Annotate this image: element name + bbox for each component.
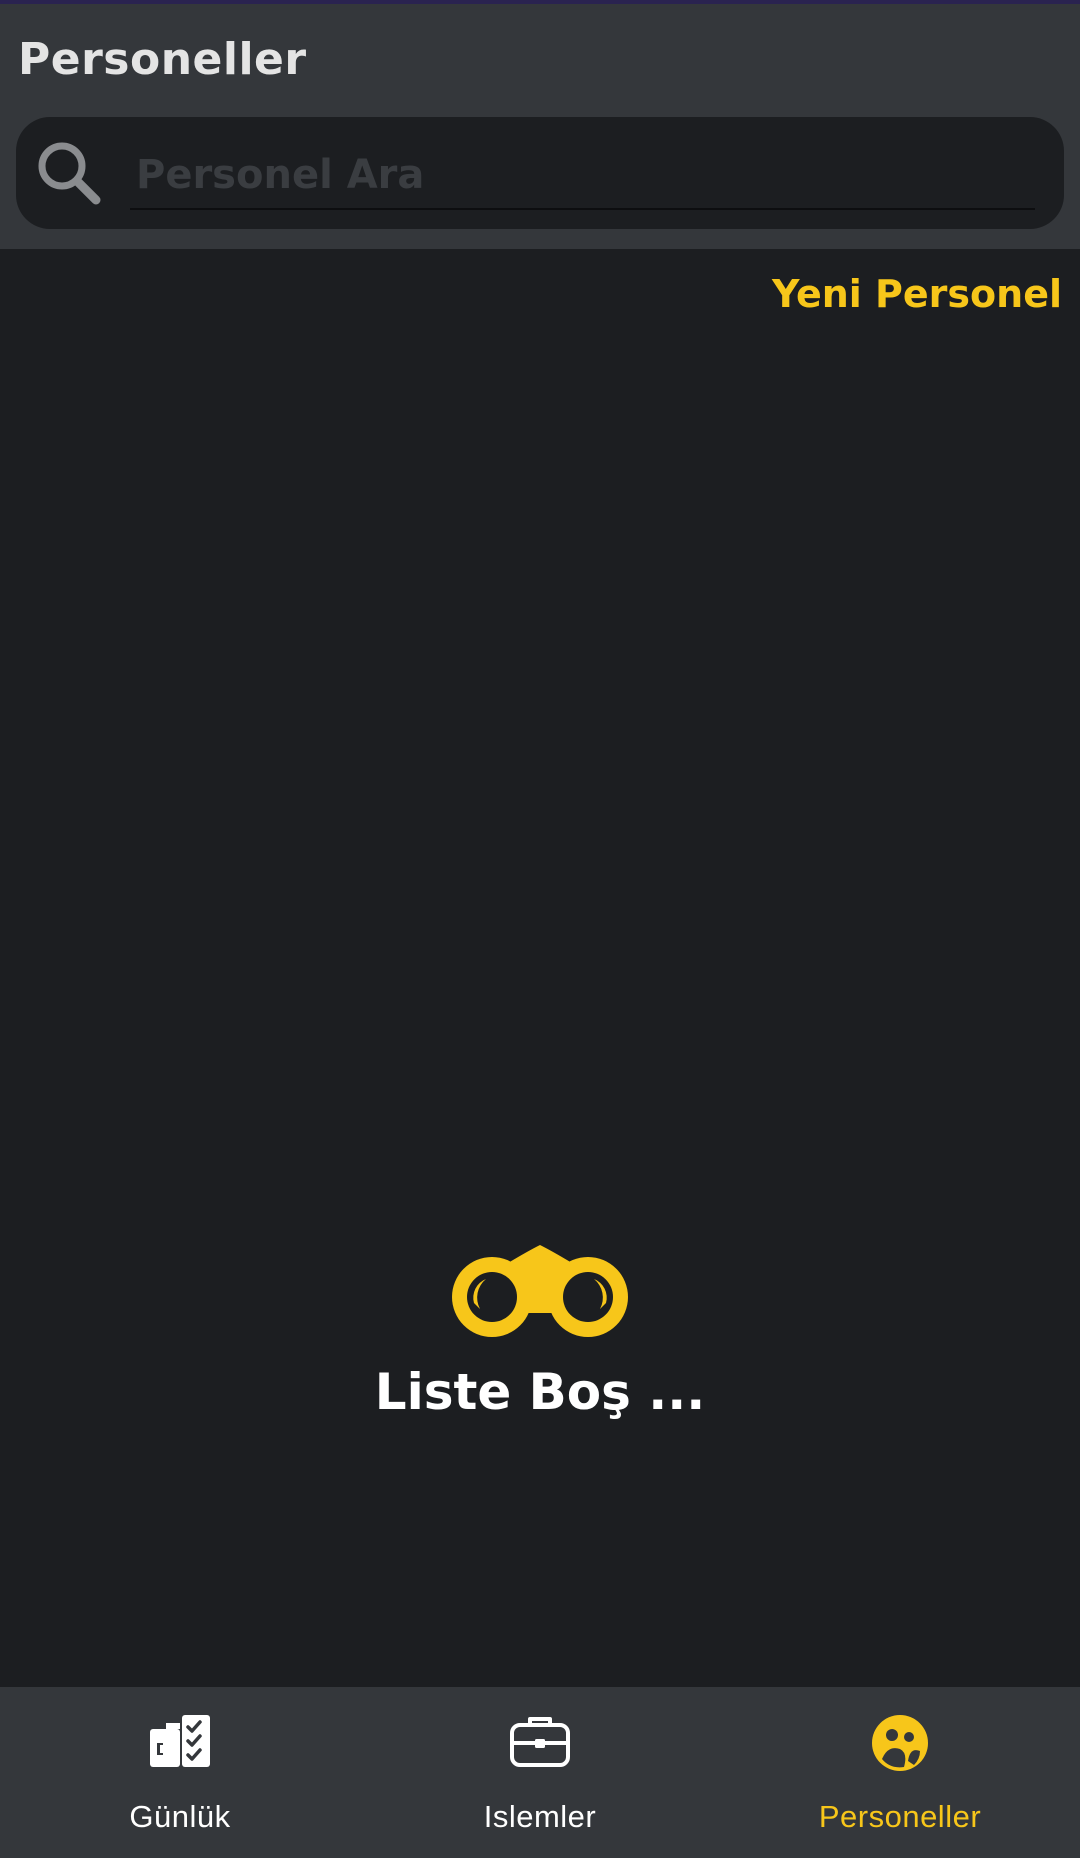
- nav-item-personnel[interactable]: Personeller: [720, 1687, 1080, 1858]
- nav-label-daily: Günlük: [129, 1799, 231, 1834]
- nav-label-operations: Islemler: [483, 1799, 597, 1834]
- page-title: Personeller: [18, 34, 307, 85]
- nav-item-operations[interactable]: Islemler: [360, 1687, 720, 1858]
- personnel-icon: [872, 1715, 928, 1771]
- bottom-navigation: Günlük Islemler Personeller: [0, 1687, 1080, 1858]
- daily-checklist-icon: [150, 1715, 210, 1767]
- empty-state: Liste Boş ...: [0, 1245, 1080, 1421]
- nav-item-daily[interactable]: Günlük: [0, 1687, 360, 1858]
- binoculars-icon: [452, 1245, 628, 1337]
- new-personnel-button[interactable]: Yeni Personel: [772, 272, 1062, 316]
- nav-label-personnel: Personeller: [818, 1799, 982, 1834]
- briefcase-icon: [510, 1717, 570, 1767]
- search-input[interactable]: [130, 142, 1035, 210]
- search-icon: [38, 142, 101, 205]
- empty-state-text: Liste Boş ...: [374, 1363, 706, 1421]
